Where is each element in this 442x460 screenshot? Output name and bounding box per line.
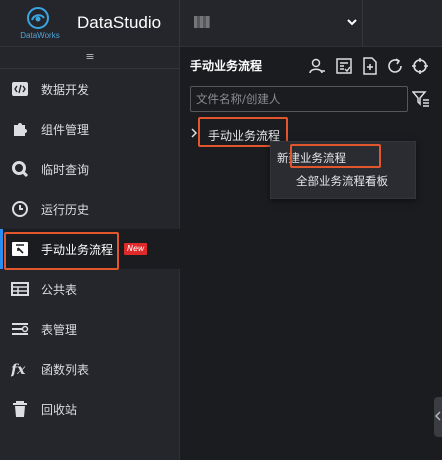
code-icon [12, 82, 28, 96]
table-icon [11, 282, 29, 296]
refresh-icon[interactable] [386, 57, 404, 75]
svg-text:fx: fx [11, 362, 26, 378]
sidebar-item-label: 表管理 [41, 323, 78, 337]
sidebar-item-label: 运行历史 [41, 203, 90, 217]
sidebar-item-temp-query[interactable]: 临时查询 [0, 149, 180, 189]
data-studio-window: DataWorks DataStudio ≡ 数据开发 组件管理 临时查询 运行… [0, 0, 442, 460]
sidebar-item-run-history[interactable]: 运行历史 [0, 189, 180, 229]
sidebar-item-table-manage[interactable]: 表管理 [0, 309, 180, 349]
sidebar-item-public-table[interactable]: 公共表 [0, 269, 180, 309]
search-input-wrapper [190, 86, 408, 112]
menu-item-label: 全部业务流程看板 [296, 174, 388, 188]
chevron-left-icon [435, 411, 441, 421]
highlight-box-manual-flow [4, 232, 119, 270]
dataworks-logo-icon [27, 7, 49, 29]
search-input[interactable] [191, 87, 407, 111]
manual-flow-panel: 手动业务流程 文件名称/创建人 手动业务流程 新建业务流程 全部业务流程看板 [181, 47, 442, 460]
workspace-selector[interactable] [180, 0, 363, 47]
top-header: DataWorks DataStudio [0, 0, 442, 47]
sidebar-item-recycle-bin[interactable]: 回收站 [0, 389, 180, 429]
sidebar-item-function-list[interactable]: fx 函数列表 [0, 349, 180, 389]
logo-subtitle: DataWorks [20, 31, 60, 40]
app-title: DataStudio [77, 13, 162, 32]
table-manage-icon [12, 323, 29, 335]
filter-icon[interactable] [412, 90, 430, 108]
logo-area[interactable]: DataWorks DataStudio [0, 0, 180, 47]
highlight-box-new-flow [290, 144, 381, 168]
locate-icon[interactable] [411, 57, 429, 75]
new-file-icon[interactable] [361, 57, 379, 75]
menu-item-all-flow-board[interactable]: 全部业务流程看板 [271, 170, 417, 190]
sidebar-item-label: 临时查询 [41, 163, 90, 177]
chevron-down-icon [347, 19, 357, 26]
sidebar-item-component-manage[interactable]: 组件管理 [0, 109, 180, 149]
new-badge: New [124, 243, 148, 255]
trash-icon [13, 401, 27, 417]
panel-collapse-handle[interactable] [434, 397, 442, 437]
list-check-icon[interactable] [335, 57, 353, 75]
left-sidebar: ≡ 数据开发 组件管理 临时查询 运行历史 手动业务流程 New 公共表 表管理… [0, 47, 180, 460]
workspace-name-redacted [194, 16, 210, 28]
sidebar-item-label: 数据开发 [41, 83, 90, 97]
sidebar-item-label: 回收站 [41, 403, 78, 417]
search-icon [12, 161, 29, 178]
person-icon[interactable] [308, 57, 326, 75]
sidebar-item-label: 公共表 [41, 283, 78, 297]
fx-icon: fx [11, 362, 26, 378]
sidebar-item-label: 组件管理 [41, 123, 90, 137]
sidebar-item-label: 函数列表 [41, 363, 90, 377]
clock-icon [12, 201, 28, 217]
sidebar-item-data-dev[interactable]: 数据开发 [0, 69, 180, 109]
puzzle-icon [14, 123, 27, 136]
sidebar-collapse-button[interactable]: ≡ [0, 47, 180, 69]
panel-title: 手动业务流程 [190, 59, 263, 73]
